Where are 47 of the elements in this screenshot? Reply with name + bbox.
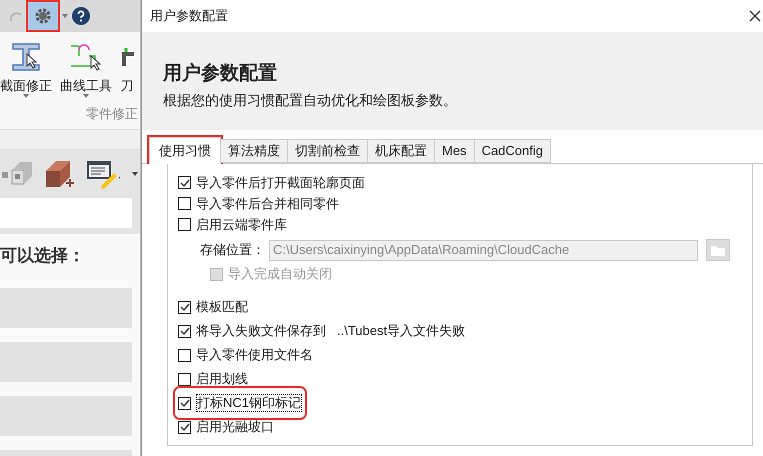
tab[interactable]: 算法精度 (221, 139, 288, 163)
checkbox-label[interactable]: 导入零件后合并相同零件 (196, 196, 339, 212)
checkbox[interactable] (178, 197, 191, 210)
folder-icon (710, 244, 726, 256)
checkbox[interactable] (178, 348, 191, 362)
dialog-subtitle: 根据您的使用习惯配置自动优化和绘图板参数。 (163, 91, 458, 110)
dialog-heading: 用户参数配置 (163, 61, 278, 86)
checkbox[interactable] (178, 176, 191, 189)
curve-tool-icon (69, 42, 103, 72)
checkbox[interactable] (178, 396, 191, 410)
checkbox-label[interactable]: 导入零件后打开截面轮廓页面 (196, 174, 365, 190)
checkbox[interactable] (178, 324, 191, 338)
field-label: 存储位置： (200, 241, 265, 260)
caret-icon[interactable] (83, 94, 89, 98)
checkbox[interactable] (210, 268, 223, 280)
add-block-icon[interactable] (44, 159, 74, 189)
tab[interactable]: Mes (435, 139, 475, 163)
checkbox-label[interactable]: 启用光融坡口 (196, 419, 274, 435)
checkbox-label[interactable]: 导入零件使用文件名 (196, 347, 313, 363)
checkbox-label[interactable]: 打标NC1钢印标记 (196, 394, 302, 412)
checkbox-label[interactable]: 将导入失败文件保存到 (196, 323, 326, 339)
checkbox[interactable] (178, 218, 191, 231)
checkbox[interactable] (178, 300, 191, 314)
tab[interactable]: 切割前检查 (288, 139, 368, 163)
window-title: 用户参数配置 (150, 7, 228, 26)
settings-button[interactable] (28, 2, 58, 30)
settings-icon (34, 7, 52, 25)
folder-path: ..\Tubest导入文件失败 (337, 322, 466, 340)
caret-icon[interactable] (132, 172, 138, 176)
help-icon[interactable] (72, 7, 90, 25)
input-field[interactable] (0, 198, 132, 228)
checkbox[interactable] (178, 420, 191, 434)
checkbox-label[interactable]: 启用划线 (196, 371, 248, 387)
caret-icon[interactable] (23, 94, 29, 98)
tool-label[interactable]: 刀 (120, 78, 134, 94)
close-icon[interactable] (749, 10, 761, 22)
edit-list-icon[interactable] (86, 159, 120, 189)
tab[interactable]: 使用习惯 (149, 137, 221, 164)
tab[interactable]: 机床配置 (368, 139, 435, 163)
checkbox-label[interactable]: 启用云端零件库 (196, 216, 287, 232)
tool-label[interactable]: 截面修正 (0, 78, 52, 94)
prompt-text: 可以选择： (0, 245, 86, 268)
tab[interactable]: CadConfig (474, 139, 551, 163)
checkbox-label[interactable]: 模板匹配 (196, 299, 248, 315)
checkbox[interactable] (178, 372, 191, 386)
tool-label[interactable]: 曲线工具 (60, 78, 112, 94)
group-label: 零件修正 (86, 104, 138, 122)
